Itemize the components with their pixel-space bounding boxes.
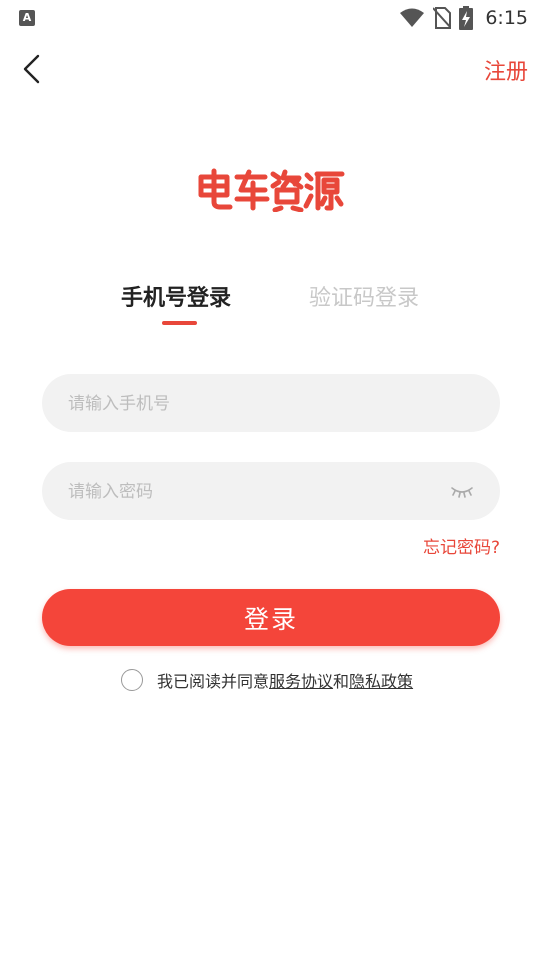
- phone-field: [42, 374, 500, 434]
- app-logo: [198, 168, 345, 212]
- wifi-icon: [400, 8, 425, 27]
- login-tabs: 手机号登录 验证码登录: [0, 280, 540, 330]
- no-sim-icon: [433, 7, 452, 29]
- battery-charging-icon: [459, 6, 474, 30]
- notification-icon: A: [19, 10, 35, 26]
- back-arrow-icon[interactable]: [20, 54, 46, 84]
- agreement-text: 我已阅读并同意服务协议和隐私政策: [157, 668, 413, 692]
- agreement-row: 我已阅读并同意服务协议和隐私政策: [121, 668, 413, 692]
- active-tab-indicator: [162, 321, 197, 325]
- register-link[interactable]: 注册: [484, 54, 528, 86]
- tab-code-login[interactable]: 验证码登录: [309, 280, 419, 312]
- tab-phone-login[interactable]: 手机号登录: [121, 280, 231, 312]
- login-button[interactable]: 登录: [42, 589, 500, 646]
- eye-closed-icon[interactable]: [450, 482, 474, 500]
- password-input[interactable]: [66, 462, 430, 522]
- agreement-checkbox[interactable]: [121, 669, 143, 691]
- phone-input[interactable]: [66, 374, 430, 434]
- agreement-conjunction: 和: [333, 672, 350, 691]
- password-field: [42, 462, 500, 522]
- service-agreement-link[interactable]: 服务协议: [269, 672, 333, 691]
- status-icons: 6:15: [399, 6, 528, 30]
- privacy-policy-link[interactable]: 隐私政策: [349, 672, 413, 691]
- forgot-password-link[interactable]: 忘记密码?: [423, 533, 500, 558]
- status-bar: A 6:15: [0, 0, 540, 36]
- status-time: 6:15: [485, 7, 528, 29]
- agreement-prefix: 我已阅读并同意: [157, 672, 270, 691]
